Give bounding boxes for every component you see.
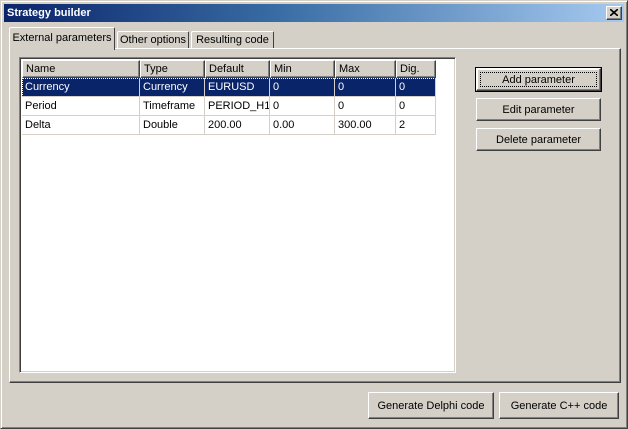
tab-label: Resulting code xyxy=(196,34,269,46)
generate-delphi-code-button[interactable]: Generate Delphi code xyxy=(368,392,494,419)
table-cell: 200.00 xyxy=(205,116,270,135)
table-cell: PERIOD_H1 xyxy=(205,97,270,116)
table-cell: EURUSD xyxy=(205,78,270,97)
tab-resulting-code[interactable]: Resulting code xyxy=(191,31,274,49)
column-header-type[interactable]: Type xyxy=(140,60,205,78)
table-cell: 2 xyxy=(396,116,436,135)
button-label: Edit parameter xyxy=(502,103,575,116)
column-header-max[interactable]: Max xyxy=(335,60,396,78)
table-cell: 0.00 xyxy=(270,116,335,135)
table-cell: 0 xyxy=(335,78,396,97)
column-header-digits[interactable]: Dig. xyxy=(396,60,436,78)
table-cell: Period xyxy=(22,97,140,116)
title-bar[interactable]: Strategy builder xyxy=(4,4,624,22)
table-cell: Delta xyxy=(22,116,140,135)
button-label: Generate C++ code xyxy=(510,399,608,412)
external-parameters-panel: Name Type Default Min Max Dig. Currency … xyxy=(9,48,621,383)
button-label: Delete parameter xyxy=(496,133,581,146)
edit-parameter-button[interactable]: Edit parameter xyxy=(476,98,601,121)
column-header-name[interactable]: Name xyxy=(22,60,140,78)
window-title: Strategy builder xyxy=(7,7,91,19)
button-label: Generate Delphi code xyxy=(377,399,485,412)
add-parameter-button[interactable]: Add parameter xyxy=(475,67,602,92)
table-cell: Currency xyxy=(22,78,140,97)
table-cell: 0 xyxy=(270,78,335,97)
close-button[interactable] xyxy=(606,6,622,20)
table-row[interactable]: Currency Currency EURUSD 0 0 0 xyxy=(22,78,436,97)
tab-external-parameters[interactable]: External parameters xyxy=(9,27,115,50)
tab-label: Other options xyxy=(119,34,187,46)
table-cell: Timeframe xyxy=(140,97,205,116)
table-row[interactable]: Delta Double 200.00 0.00 300.00 2 xyxy=(22,116,436,135)
close-icon xyxy=(609,4,619,22)
table-row[interactable]: Period Timeframe PERIOD_H1 0 0 0 xyxy=(22,97,436,116)
generate-cpp-code-button[interactable]: Generate C++ code xyxy=(499,392,619,419)
tab-other-options[interactable]: Other options xyxy=(117,31,189,49)
tab-label: External parameters xyxy=(12,32,112,44)
table-cell: Double xyxy=(140,116,205,135)
delete-parameter-button[interactable]: Delete parameter xyxy=(476,128,601,151)
table-cell: Currency xyxy=(140,78,205,97)
table-cell: 300.00 xyxy=(335,116,396,135)
table-cell: 0 xyxy=(396,97,436,116)
table-cell: 0 xyxy=(270,97,335,116)
column-header-min[interactable]: Min xyxy=(270,60,335,78)
parameters-list[interactable]: Name Type Default Min Max Dig. Currency … xyxy=(19,57,456,373)
table-cell: 0 xyxy=(396,78,436,97)
table-cell: 0 xyxy=(335,97,396,116)
button-label: Add parameter xyxy=(502,73,575,86)
column-header-default[interactable]: Default xyxy=(205,60,270,78)
strategy-builder-window: Strategy builder External parameters Oth… xyxy=(0,0,628,429)
